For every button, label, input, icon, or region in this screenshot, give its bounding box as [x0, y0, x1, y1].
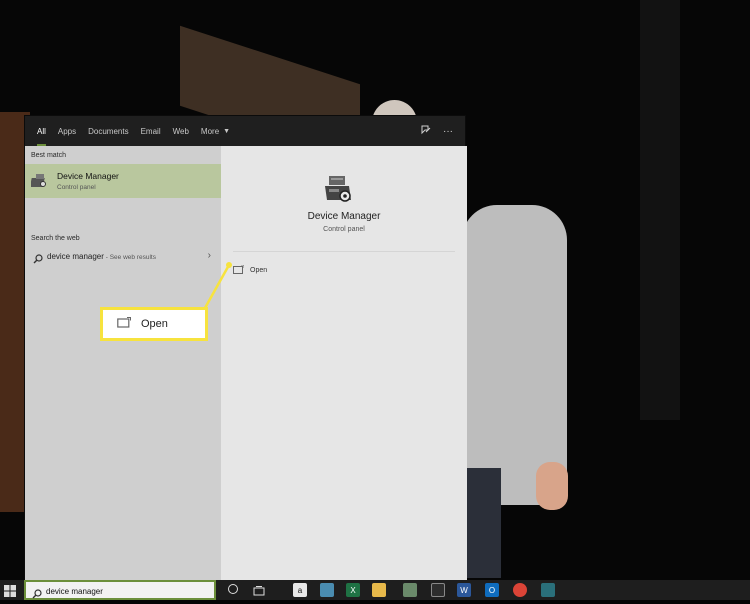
file-explorer-icon[interactable] — [320, 583, 334, 597]
photos-icon[interactable] — [403, 583, 417, 597]
open-window-icon — [117, 315, 131, 333]
search-icon — [32, 586, 42, 604]
gallery-icon[interactable] — [431, 583, 445, 597]
amazon-icon[interactable]: a — [293, 583, 307, 597]
cortana-icon[interactable] — [228, 584, 238, 594]
taskbar: a X W O — [0, 580, 750, 600]
task-view-icon[interactable] — [253, 584, 265, 596]
taskbar-search-input[interactable] — [46, 584, 206, 598]
word-icon[interactable]: W — [457, 583, 471, 597]
taskbar-search-box[interactable] — [24, 580, 216, 600]
outlook-icon[interactable]: O — [485, 583, 499, 597]
windows-start-icon[interactable] — [4, 584, 16, 597]
defender-icon[interactable] — [541, 583, 555, 597]
callout-dot — [226, 262, 232, 268]
folder-icon[interactable] — [372, 583, 386, 597]
open-callout: Open — [100, 307, 208, 341]
callout-connector — [203, 262, 232, 309]
chrome-icon[interactable] — [513, 583, 527, 597]
callout-label: Open — [141, 318, 168, 330]
excel-icon[interactable]: X — [346, 583, 360, 597]
